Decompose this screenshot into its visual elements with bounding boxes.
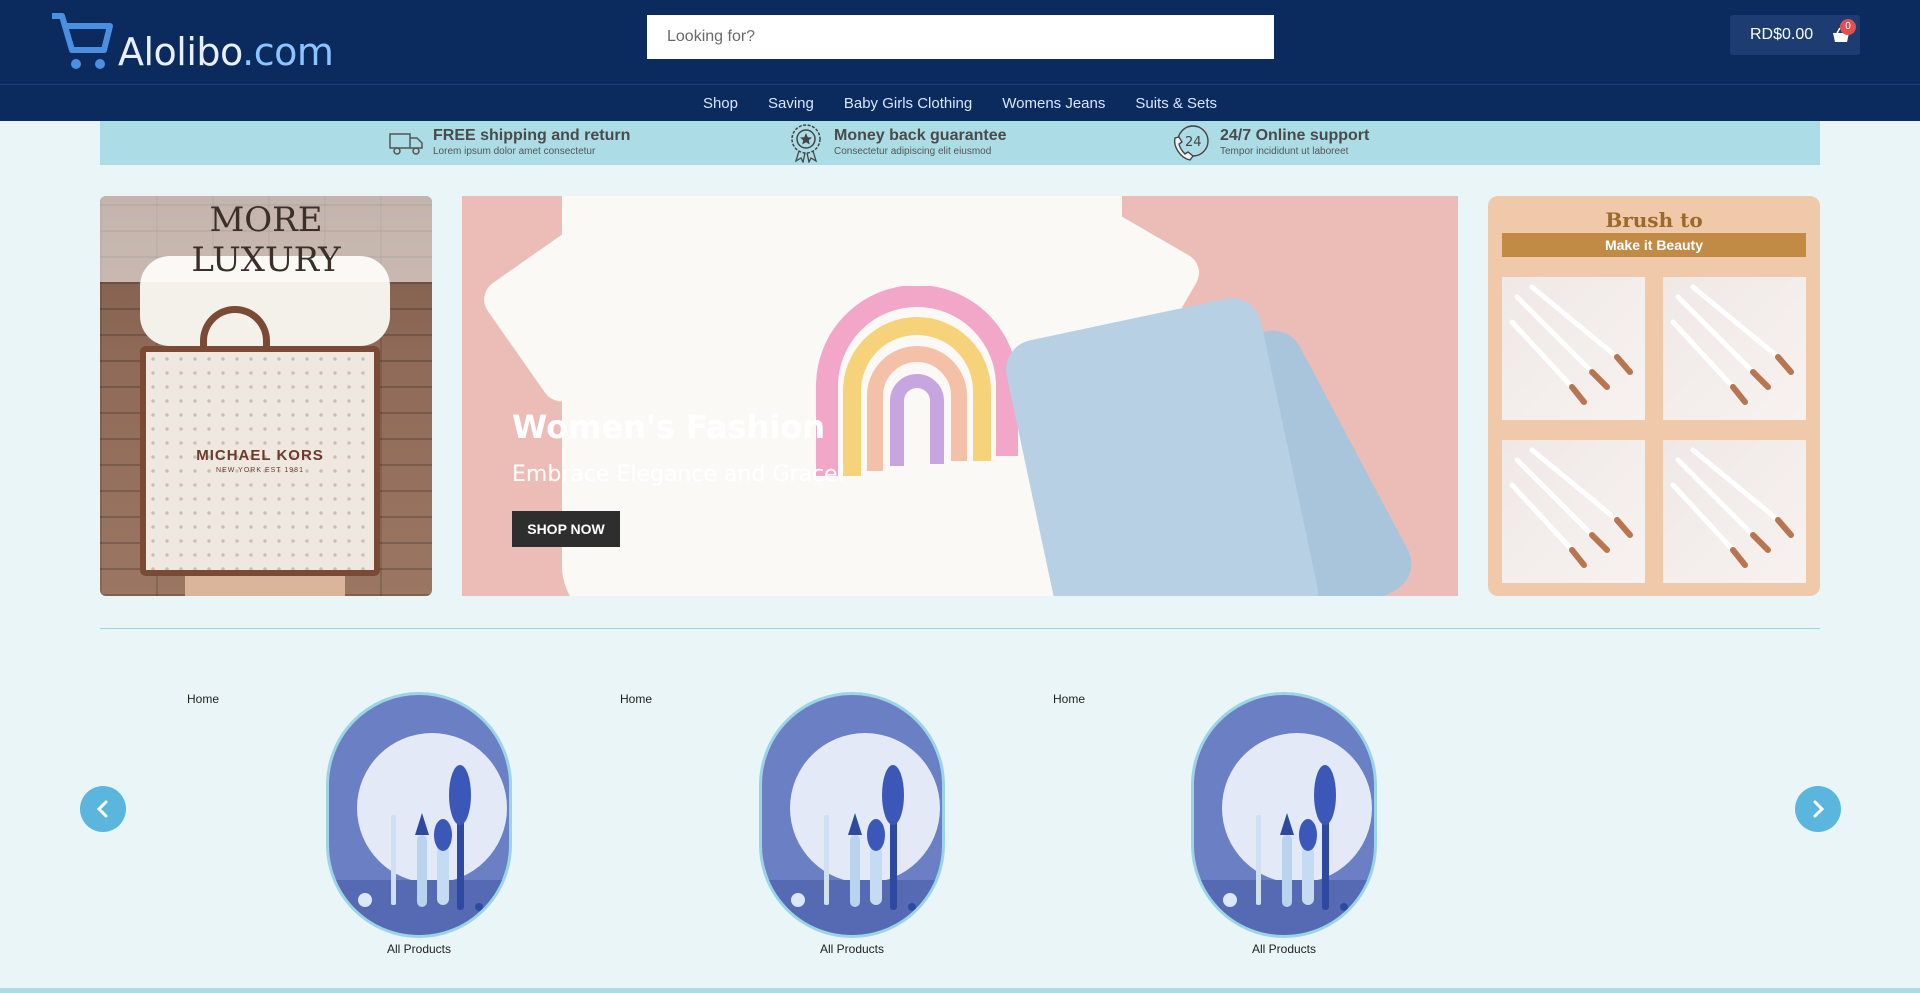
- logo-text: Alolibo.com: [118, 30, 334, 74]
- hero-subtitle: Embrace Elegance and Grace!: [512, 462, 847, 487]
- card-home-link[interactable]: Home: [620, 692, 652, 706]
- site-logo[interactable]: Alolibo.com: [50, 8, 334, 76]
- brush-image: [1663, 277, 1806, 420]
- card-label[interactable]: All Products: [759, 942, 945, 956]
- chevron-right-icon: [1813, 800, 1825, 818]
- shop-now-button[interactable]: SHOP NOW: [512, 511, 620, 547]
- cart-button[interactable]: RD$0.00 0: [1730, 15, 1860, 55]
- nav-suits-sets[interactable]: Suits & Sets: [1135, 95, 1217, 112]
- section-divider: [100, 628, 1820, 629]
- brush-image: [1502, 277, 1645, 420]
- header-top: Alolibo.com RD$0.00 0: [0, 0, 1920, 85]
- site-header: Alolibo.com RD$0.00 0 Shop Saving Baby G…: [0, 0, 1920, 121]
- card-label[interactable]: All Products: [1191, 942, 1377, 956]
- luxury-title: MORE LUXURY: [100, 196, 432, 282]
- beauty-banner[interactable]: Brush to Make it Beauty: [1488, 196, 1820, 596]
- brush-image: [1502, 440, 1645, 583]
- feature-support: 24 24/7 Online support Tempor incididunt…: [1172, 121, 1369, 165]
- main-nav: Shop Saving Baby Girls Clothing Womens J…: [0, 86, 1920, 121]
- feature-title: Money back guarantee: [834, 127, 1007, 144]
- chevron-left-icon: [96, 800, 108, 818]
- card-home-link[interactable]: Home: [1053, 692, 1085, 706]
- cleaning-brushes-icon: [791, 765, 916, 911]
- search-input[interactable]: [647, 15, 1274, 59]
- cleaning-brushes-icon: [1223, 765, 1348, 911]
- feature-shipping: FREE shipping and return Lorem ipsum dol…: [389, 121, 630, 165]
- feature-guarantee: Money back guarantee Consectetur adipisc…: [788, 121, 1007, 165]
- carousel-next-button[interactable]: [1795, 786, 1841, 832]
- brush-image: [1663, 440, 1806, 583]
- truck-icon: [389, 133, 423, 155]
- cart-total: RD$0.00: [1750, 26, 1814, 43]
- feature-subtitle: Consectetur adipiscing elit eiusmod: [834, 146, 992, 157]
- feature-subtitle: Tempor incididunt ut laboreet: [1220, 146, 1349, 157]
- bottom-strip: [0, 988, 1920, 993]
- carousel-prev-button[interactable]: [80, 786, 126, 832]
- bag-brand: MICHAEL KORS: [196, 447, 324, 464]
- badge-icon: [791, 124, 821, 163]
- hero-title: Women's Fashion: [512, 408, 826, 446]
- feature-strip: FREE shipping and return Lorem ipsum dol…: [100, 121, 1820, 165]
- nav-womens-jeans[interactable]: Womens Jeans: [1002, 95, 1105, 112]
- svg-text:24: 24: [1185, 135, 1202, 150]
- beauty-subtitle-bar: Make it Beauty: [1502, 233, 1806, 257]
- feature-title: FREE shipping and return: [433, 127, 631, 144]
- card-home-link[interactable]: Home: [187, 692, 219, 706]
- nav-shop[interactable]: Shop: [703, 95, 738, 112]
- cleaning-brushes-icon: [358, 765, 483, 911]
- product-category-image[interactable]: [759, 692, 945, 938]
- cart-logo-icon: [52, 13, 113, 69]
- product-category-image[interactable]: [1191, 692, 1377, 938]
- product-category-image[interactable]: [326, 692, 512, 938]
- feature-title: 24/7 Online support: [1220, 127, 1370, 144]
- hero-banner[interactable]: Women's Fashion Embrace Elegance and Gra…: [462, 196, 1458, 596]
- beauty-title: Brush to: [1605, 208, 1703, 232]
- card-label[interactable]: All Products: [326, 942, 512, 956]
- luxury-banner[interactable]: MICHAEL KORS NEW YORK EST 1981 MORE LUXU…: [100, 196, 432, 596]
- nav-saving[interactable]: Saving: [768, 95, 814, 112]
- nav-baby-girls-clothing[interactable]: Baby Girls Clothing: [844, 95, 972, 112]
- rainbow-graphic: [816, 286, 1018, 476]
- bag-sub: NEW YORK EST 1981: [216, 467, 304, 474]
- cart-count-badge: 0: [1840, 19, 1856, 35]
- handbag-image: MICHAEL KORS NEW YORK EST 1981: [140, 346, 380, 576]
- feature-subtitle: Lorem ipsum dolor amet consectetur: [433, 146, 596, 157]
- phone-24-icon: 24: [1173, 125, 1209, 161]
